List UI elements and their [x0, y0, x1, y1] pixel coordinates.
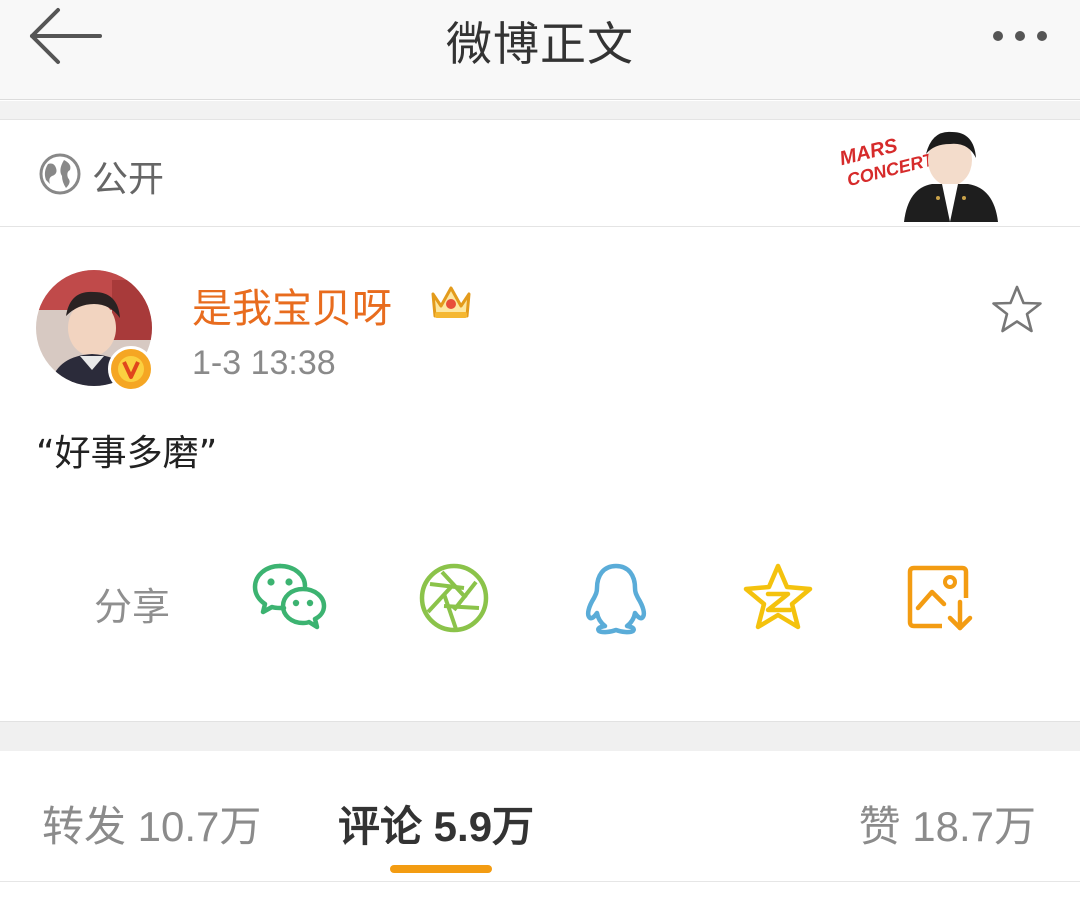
- verified-badge: [108, 346, 154, 392]
- crown-icon: [431, 286, 471, 318]
- username[interactable]: 是我宝贝呀: [192, 276, 392, 334]
- wechat-icon[interactable]: [252, 560, 328, 636]
- more-button[interactable]: [980, 14, 1060, 58]
- top-nav-bar: 微博正文: [0, 0, 1080, 100]
- more-dot: [1037, 31, 1047, 41]
- post-text: “好事多磨”: [36, 433, 218, 474]
- qq-icon[interactable]: [578, 560, 654, 636]
- active-tab-indicator: [390, 865, 492, 873]
- moments-icon[interactable]: [416, 560, 492, 636]
- qzone-icon[interactable]: [740, 560, 816, 636]
- more-dot: [993, 31, 1003, 41]
- concert-banner-image[interactable]: MARS CONCERT: [832, 124, 1004, 222]
- section-divider: [0, 721, 1080, 751]
- visibility-label: 公开: [92, 159, 165, 200]
- globe-icon: [39, 153, 81, 195]
- page-title: 微博正文: [446, 17, 634, 71]
- verified-v-icon: [118, 356, 144, 382]
- favorite-star-icon[interactable]: [990, 284, 1044, 336]
- tab-repost[interactable]: 转发 10.7万: [42, 793, 261, 854]
- more-dot: [1015, 31, 1025, 41]
- share-label: 分享: [94, 585, 171, 629]
- save-image-icon[interactable]: [904, 560, 980, 636]
- tab-comments[interactable]: 评论 5.9万: [338, 793, 534, 854]
- tab-likes[interactable]: 赞 18.7万: [859, 793, 1036, 854]
- section-gap: [0, 101, 1080, 119]
- visibility-row: 公开 MARS CONCERT: [0, 119, 1080, 227]
- interaction-tabs: 转发 10.7万 评论 5.9万 赞 18.7万: [0, 751, 1080, 882]
- post-time: 1-3 13:38: [192, 344, 336, 382]
